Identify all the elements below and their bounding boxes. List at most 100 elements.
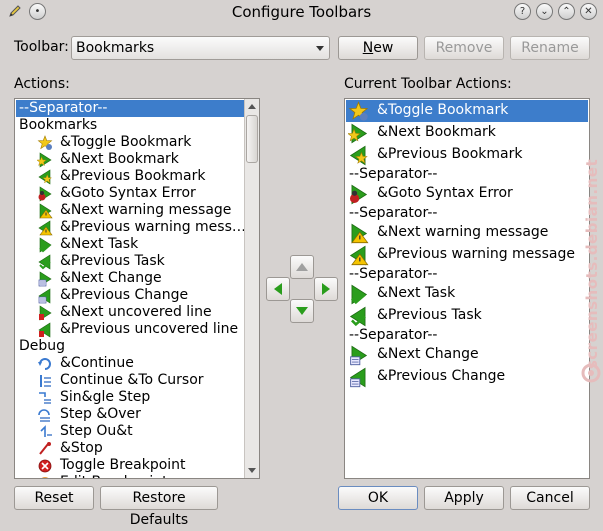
actions-scrollbar[interactable] <box>244 99 259 478</box>
edit-breakpoint-icon <box>37 475 53 478</box>
item-label: Edit Breakpoint <box>60 474 168 478</box>
list-item[interactable]: Toggle Breakpoint <box>16 457 244 474</box>
arrow-down-icon <box>296 307 308 315</box>
next-task-icon <box>348 284 370 305</box>
next-task-icon <box>37 237 53 253</box>
list-item[interactable]: &Previous Change <box>346 366 588 388</box>
list-item[interactable]: &Goto Syntax Error <box>346 183 588 205</box>
list-item[interactable]: &Next Bookmark <box>346 122 588 144</box>
bookmark-next-icon <box>36 152 53 168</box>
toggle-breakpoint-icon <box>37 458 53 473</box>
separator-item[interactable]: --Separator-- <box>346 266 588 283</box>
list-item[interactable]: Step &Over <box>16 406 244 423</box>
remove-button[interactable]: Remove <box>424 36 504 60</box>
list-item[interactable]: Edit Breakpoint <box>16 474 244 478</box>
minimize-button[interactable]: ⌄ <box>536 3 553 20</box>
item-label: &Previous Task <box>377 307 482 323</box>
list-item[interactable]: &Next Task <box>346 283 588 305</box>
list-item[interactable]: Step Ou&t <box>16 423 244 440</box>
list-item[interactable]: &Toggle Bookmark <box>346 100 588 122</box>
list-item[interactable]: &Toggle Bookmark <box>16 134 244 151</box>
scroll-down-icon[interactable] <box>248 468 256 473</box>
item-label: &Previous Change <box>377 368 506 384</box>
toolbar-combo[interactable]: Bookmarks <box>71 36 330 60</box>
previous-change-icon <box>348 367 370 388</box>
actions-list[interactable]: --Separator-- Bookmarks &Toggle Bookmark &N… <box>14 98 260 479</box>
separator-item[interactable]: --Separator-- <box>16 100 244 117</box>
list-item[interactable]: &Previous Task <box>16 253 244 270</box>
separator-item[interactable]: --Separator-- <box>346 327 588 344</box>
previous-uncovered-icon <box>37 322 53 338</box>
item-label: &Stop <box>60 440 103 456</box>
new-button[interactable]: New <box>338 36 418 60</box>
debian-swirl-icon <box>581 363 601 383</box>
item-label: &Next Task <box>377 285 456 301</box>
list-item[interactable]: &Goto Syntax Error <box>16 185 244 202</box>
list-item[interactable]: Continue &To Cursor <box>16 372 244 389</box>
list-item[interactable]: &Continue <box>16 355 244 372</box>
ok-button[interactable]: OK <box>338 486 418 510</box>
list-item[interactable]: Sin&gle Step <box>16 389 244 406</box>
move-down-button[interactable] <box>290 299 314 323</box>
item-label: &Toggle Bookmark <box>60 134 192 150</box>
list-item[interactable]: &Next Change <box>346 344 588 366</box>
list-item[interactable]: &Next Task <box>16 236 244 253</box>
help-button[interactable]: ? <box>514 3 531 20</box>
remove-action-button[interactable] <box>266 277 290 301</box>
goto-error-icon <box>37 186 53 202</box>
item-label: &Next Task <box>60 236 139 252</box>
list-item[interactable]: &Previous warning message <box>346 244 588 266</box>
list-item[interactable]: &Previous warning mess… <box>16 219 246 236</box>
restore-defaults-button[interactable]: Restore Defaults <box>100 486 218 528</box>
next-uncovered-icon <box>37 305 53 321</box>
step-over-icon <box>37 407 53 422</box>
chevron-down-icon <box>316 46 324 51</box>
scroll-thumb[interactable] <box>246 115 258 163</box>
continue-to-cursor-icon <box>37 373 53 388</box>
single-step-icon <box>37 390 53 405</box>
rename-button[interactable]: Rename <box>510 36 590 60</box>
reset-button[interactable]: Reset <box>14 486 94 510</box>
item-label: &Previous warning mess… <box>60 219 246 235</box>
scroll-up-icon[interactable] <box>248 104 256 109</box>
next-change-icon <box>348 345 370 366</box>
arrow-up-icon <box>296 263 308 271</box>
category-header[interactable]: Debug <box>16 338 244 355</box>
list-item[interactable]: &Next Change <box>16 270 244 287</box>
cancel-button[interactable]: Cancel <box>510 486 590 510</box>
move-up-button[interactable] <box>290 255 314 279</box>
list-item[interactable]: &Previous Bookmark <box>16 168 244 185</box>
item-label: Step &Over <box>60 406 141 422</box>
list-item[interactable]: &Previous uncovered line <box>16 321 244 338</box>
list-item[interactable]: &Stop <box>16 440 244 457</box>
watermark: screenshots.debian.net <box>583 150 603 390</box>
list-item[interactable]: &Next uncovered line <box>16 304 244 321</box>
watermark-text: screenshots.debian.net <box>583 158 602 370</box>
list-item[interactable]: &Previous Task <box>346 305 588 327</box>
item-label: &Previous Bookmark <box>60 168 206 184</box>
separator-item[interactable]: --Separator-- <box>346 205 588 222</box>
item-label: Toggle Breakpoint <box>60 457 186 473</box>
list-item[interactable]: &Next Bookmark <box>16 151 244 168</box>
list-item[interactable]: &Previous Change <box>16 287 244 304</box>
list-item[interactable]: &Next warning message <box>346 222 588 244</box>
step-out-icon <box>37 424 53 439</box>
list-item[interactable]: &Next warning message <box>16 202 244 219</box>
apply-button[interactable]: Apply <box>424 486 504 510</box>
arrow-left-icon <box>274 283 282 295</box>
current-actions-list[interactable]: &Toggle Bookmark &Next Bookmark &Previous … <box>344 98 590 479</box>
bookmark-previous-icon <box>37 169 53 185</box>
list-item[interactable]: &Previous Bookmark <box>346 144 588 166</box>
separator-item[interactable]: --Separator-- <box>346 166 588 183</box>
previous-task-icon <box>348 306 370 327</box>
category-header[interactable]: Bookmarks <box>16 117 244 134</box>
stop-icon <box>37 441 53 456</box>
item-label: --Separator-- <box>349 205 438 221</box>
item-label: --Separator-- <box>349 166 438 182</box>
item-label: &Continue <box>60 355 134 371</box>
current-actions-label: Current Toolbar Actions: <box>344 76 512 92</box>
close-button[interactable]: ✕ <box>580 3 597 20</box>
item-label: &Next warning message <box>60 202 232 218</box>
add-action-button[interactable] <box>314 277 338 301</box>
maximize-button[interactable]: ⌃ <box>558 3 575 20</box>
